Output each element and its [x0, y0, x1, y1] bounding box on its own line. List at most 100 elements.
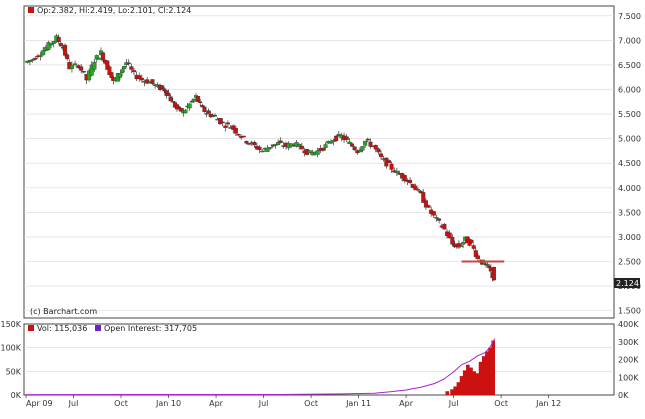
volume-bar — [485, 351, 489, 395]
candle-down — [65, 54, 70, 60]
price-tick-label: 7.500 — [618, 12, 641, 21]
candle-down — [437, 218, 442, 221]
candle-up — [73, 63, 78, 65]
candle-up — [41, 50, 46, 56]
time-tick-label: Jan 12 — [535, 399, 561, 408]
candle-down — [257, 146, 262, 150]
open-interest-axis: 400K 300K 200K 100K 0K — [618, 320, 639, 400]
candle-down — [79, 66, 84, 71]
time-tick-label: Jan 11 — [345, 399, 371, 408]
candle-down — [63, 44, 68, 56]
candle-down — [442, 223, 447, 230]
candle-down — [177, 106, 182, 109]
candle-up — [415, 189, 420, 191]
volume-bar — [462, 370, 467, 395]
open-interest-tick-label: 100K — [618, 373, 639, 382]
volume-bar — [472, 371, 477, 395]
candle-down — [33, 57, 38, 60]
time-tick-label: Apr 09 — [26, 399, 53, 408]
price-tick-label: 1.500 — [618, 307, 641, 316]
candle-down — [81, 71, 86, 73]
candle-down — [450, 237, 455, 245]
candle-down — [320, 147, 325, 151]
candle-down — [492, 267, 497, 281]
candle-down — [278, 140, 283, 143]
candle-down — [126, 62, 131, 65]
candle-down — [139, 77, 144, 81]
open-interest-tick-label: 400K — [618, 320, 639, 329]
price-tick-label: 7.000 — [618, 36, 641, 45]
candle-down — [223, 125, 228, 128]
candle-up — [394, 170, 399, 174]
candle-down — [160, 85, 165, 89]
volume-panel — [23, 323, 615, 396]
candle-down — [431, 211, 436, 216]
candle-down — [299, 145, 304, 150]
volume-bar — [469, 367, 473, 395]
candle-up — [461, 242, 466, 245]
candle-down — [241, 135, 246, 138]
candle-up — [360, 146, 365, 151]
candle-down — [166, 92, 171, 96]
candle-down — [206, 110, 211, 114]
candle-up — [120, 69, 125, 73]
candle-down — [475, 255, 480, 259]
time-tick-label: Jan 10 — [155, 399, 181, 408]
candle-down — [129, 66, 134, 70]
candle-down — [56, 37, 61, 42]
time-tick-label: Jul — [258, 399, 269, 408]
price-tick-label: 6.500 — [618, 61, 641, 70]
candle-up — [191, 98, 196, 102]
price-tick-label: 6.000 — [618, 86, 641, 95]
candle-up — [187, 103, 192, 109]
candle-up — [347, 141, 352, 145]
price-tick-label: 5.500 — [618, 110, 641, 119]
open-interest-legend: Open Interest: 317,705 — [104, 324, 197, 333]
volume-bar — [481, 356, 486, 395]
candle-up — [268, 147, 273, 149]
candle-up — [260, 150, 265, 153]
candle-down — [168, 96, 173, 102]
candle-up — [459, 245, 464, 247]
candle-down — [365, 138, 370, 141]
open-interest-tick-label: 200K — [618, 356, 639, 365]
candle-up — [49, 43, 54, 46]
candle-up — [170, 101, 175, 103]
candle-down — [373, 145, 378, 150]
volume-bar — [445, 391, 450, 395]
time-tick-label: Oct — [494, 399, 508, 408]
candle-down — [150, 79, 155, 84]
candle-up — [434, 216, 439, 219]
candle-up — [363, 140, 368, 146]
volume-bar — [488, 347, 492, 395]
volume-bar — [453, 386, 458, 395]
volume-legend-icon — [28, 325, 34, 331]
candle-down — [202, 106, 207, 112]
candle-down — [471, 245, 476, 249]
open-interest-tick-label: 0K — [618, 391, 629, 400]
candle-down — [426, 205, 431, 208]
candle-up — [46, 42, 51, 50]
volume-tick-label: 50K — [6, 367, 22, 376]
price-tick-label: 4.000 — [618, 184, 641, 193]
time-tick-label: Oct — [114, 399, 128, 408]
candle-down — [236, 133, 241, 136]
candle-down — [352, 146, 357, 151]
price-tick-label: 2.500 — [618, 257, 641, 266]
candle-down — [469, 239, 474, 243]
volume-bar — [456, 382, 461, 395]
open-interest-legend-icon — [95, 325, 101, 331]
candle-down — [252, 141, 257, 146]
open-interest-tick-label: 300K — [618, 338, 639, 347]
candle-down — [379, 153, 384, 158]
candle-down — [131, 70, 136, 73]
volume-bar — [478, 361, 483, 395]
candle-up — [96, 57, 101, 60]
price-tick-label: 5.000 — [618, 135, 641, 144]
candle-down — [58, 43, 63, 47]
candle-down — [101, 52, 106, 61]
ohlc-marker-icon — [28, 7, 34, 13]
candle-up — [69, 64, 74, 69]
chart-widget: 7.500 7.000 6.500 6.000 5.500 5.000 4.500 4.000… — [0, 0, 645, 414]
candle-down — [109, 72, 114, 78]
